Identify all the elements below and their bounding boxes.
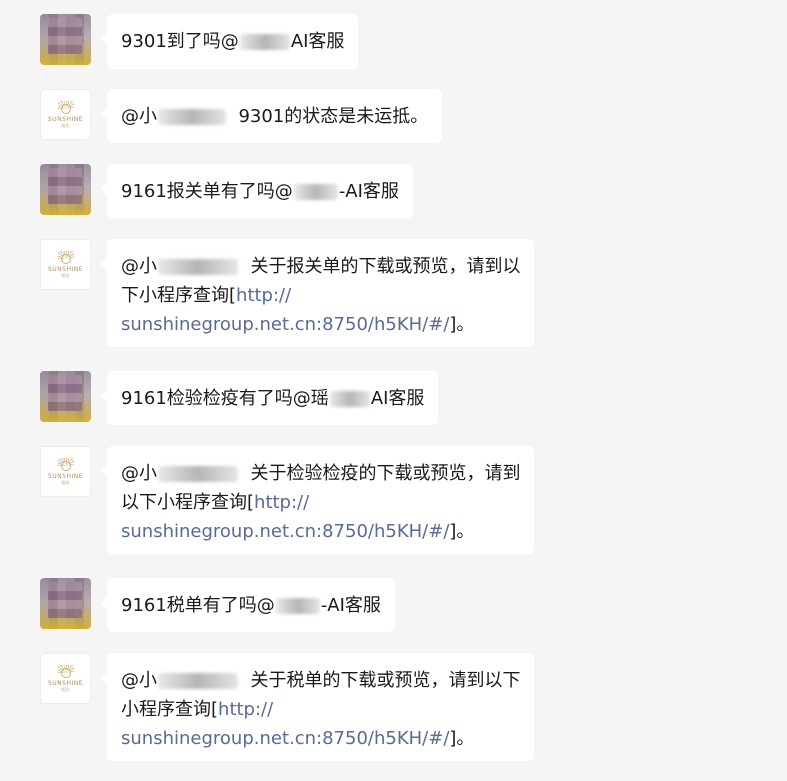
message-bubble[interactable]: @小 9301的状态是未运抵。 [100, 89, 443, 143]
redacted-name [329, 391, 370, 407]
brand-text: SUNSHINE [47, 679, 84, 687]
message-text: -AI客服 [338, 181, 399, 202]
user-avatar[interactable] [40, 578, 91, 629]
sun-logo-icon [57, 250, 74, 265]
redacted-name [158, 259, 238, 275]
brand-text: SUNSHINE [47, 265, 84, 273]
brand-text: SUNSHINE [47, 472, 84, 480]
link[interactable]: http:// [236, 285, 291, 306]
message-text: 9301到了吗@ [121, 31, 239, 52]
bot-avatar[interactable]: SUNSHINE 阳光 [40, 239, 91, 290]
sun-logo-icon [57, 664, 74, 679]
redacted-name [239, 34, 290, 50]
link[interactable]: sunshinegroup.net.cn:8750/h5KH/#/ [121, 314, 449, 335]
link[interactable]: http:// [218, 699, 273, 720]
bot-avatar[interactable]: SUNSHINE 阳光 [40, 446, 91, 497]
brand-text: SUNSHINE [47, 115, 84, 123]
mention: @小 [121, 463, 157, 484]
user-avatar[interactable] [40, 14, 91, 65]
brand-subtext: 阳光 [61, 686, 70, 692]
redacted-name [293, 184, 338, 200]
message-text: 9161报关单有了吗@ [121, 181, 293, 202]
mention: @小 [121, 106, 157, 127]
user-avatar[interactable] [40, 371, 91, 422]
message-text: AI客服 [290, 31, 345, 52]
message-text: 9301的状态是未运抵。 [238, 106, 429, 127]
message-text: 关于税单的下载或预览，请到以下 [250, 670, 521, 691]
link[interactable]: http:// [254, 492, 309, 513]
message-text: 以下小程序查询[ [121, 492, 255, 513]
redacted-name [158, 109, 226, 125]
message-bubble[interactable]: 9161报关单有了吗@ -AI客服 [101, 164, 413, 218]
chat-history: 9301到了吗@ AI客服 SUNSHINE 阳光 @小 9301的状态是未运抵。… [0, 0, 787, 781]
message-bubble[interactable]: 9161检验检疫有了吗@瑶 AI客服 [100, 371, 439, 425]
bot-avatar[interactable]: SUNSHINE 阳光 [40, 89, 91, 140]
brand-subtext: 阳光 [61, 122, 70, 128]
message-text: AI客服 [370, 388, 425, 409]
redacted-name [158, 466, 238, 482]
message-text: 9161检验检疫有了吗@瑶 [121, 388, 329, 409]
message-text: ]。 [449, 728, 475, 749]
message-text: ]。 [449, 521, 475, 542]
message-bubble[interactable]: @小 关于税单的下载或预览，请到以下 小程序查询[http:// sunshin… [100, 653, 535, 761]
message-text: ]。 [449, 314, 475, 335]
redacted-name [158, 673, 238, 689]
message-text: 关于检验检疫的下载或预览，请到 [250, 463, 521, 484]
message-text: 小程序查询[ [121, 699, 219, 720]
link[interactable]: sunshinegroup.net.cn:8750/h5KH/#/ [121, 521, 449, 542]
sun-logo-icon [57, 100, 74, 115]
redacted-name [275, 598, 320, 614]
user-avatar[interactable] [40, 164, 91, 215]
message-text: -AI客服 [320, 595, 381, 616]
mention: @小 [121, 256, 157, 277]
message-text: 9161税单有了吗@ [121, 595, 275, 616]
link[interactable]: sunshinegroup.net.cn:8750/h5KH/#/ [121, 728, 449, 749]
message-bubble[interactable]: 9301到了吗@ AI客服 [100, 14, 359, 69]
brand-subtext: 阳光 [61, 479, 70, 485]
message-bubble[interactable]: 9161税单有了吗@ -AI客服 [101, 578, 395, 632]
brand-subtext: 阳光 [61, 272, 70, 278]
sun-logo-icon [57, 457, 74, 472]
message-text: 下小程序查询[ [121, 285, 237, 306]
message-text: 关于报关单的下载或预览，请到以 [250, 256, 521, 277]
bot-avatar[interactable]: SUNSHINE 阳光 [40, 653, 91, 704]
mention: @小 [121, 670, 157, 691]
message-bubble[interactable]: @小 关于检验检疫的下载或预览，请到 以下小程序查询[http:// sunsh… [100, 446, 535, 554]
message-bubble[interactable]: @小 关于报关单的下载或预览，请到以 下小程序查询[http:// sunshi… [100, 239, 535, 347]
